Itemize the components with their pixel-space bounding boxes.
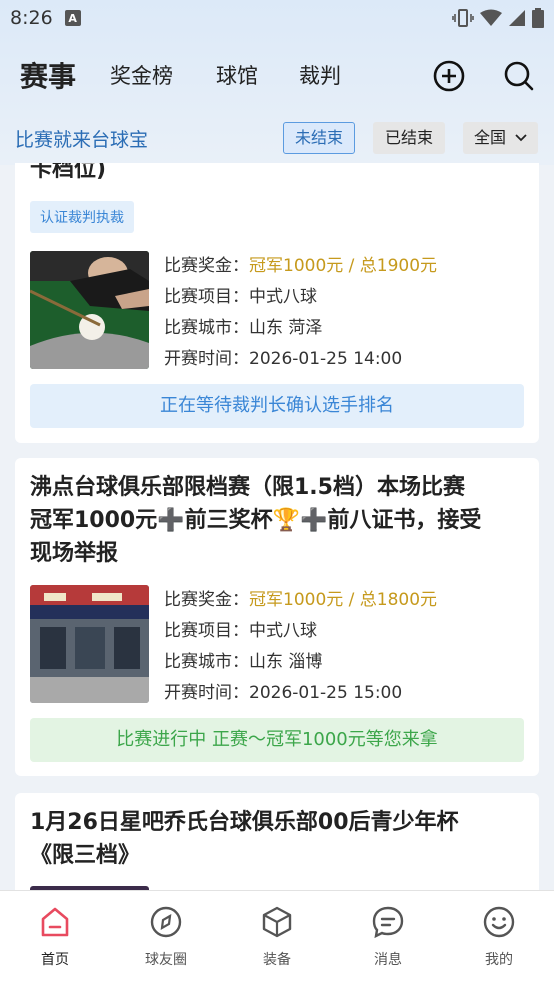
certified-referee-badge: 认证裁判执裁 (30, 201, 134, 233)
start-time-label: 开赛时间： (164, 683, 249, 703)
home-icon (41, 907, 69, 937)
tab-friends-circle[interactable]: 球友圈 (126, 905, 206, 969)
tab-events-label: 赛事 (20, 60, 77, 93)
event-card[interactable]: 沸点台球俱乐部限档赛（限1.5档）本场比赛 冠军1000元➕前三奖杯🏆➕前八证书… (15, 458, 539, 776)
event-info: 比赛奖金：冠军1000元 / 总1800元 比赛项目：中式八球 比赛城市：山东 … (30, 585, 524, 703)
event-details: 比赛奖金：冠军1000元 / 总1900元 比赛项目：中式八球 比赛城市：山东 … (164, 251, 437, 375)
event-thumbnail (30, 251, 149, 369)
smile-icon (483, 906, 515, 938)
tab-prize-ranking[interactable]: 奖金榜 (110, 60, 173, 90)
city-value: 山东 淄博 (249, 652, 323, 672)
tab-friends-circle-label: 球友圈 (145, 952, 187, 968)
compass-icon (150, 906, 182, 938)
search-icon[interactable] (502, 59, 536, 93)
event-card[interactable]: 1月26日星吧乔氏台球俱乐部00后青少年杯 《限三档》 (15, 793, 539, 890)
prize-label: 比赛奖金： (164, 590, 249, 610)
event-title: 1月26日星吧乔氏台球俱乐部00后青少年杯 《限三档》 (30, 810, 459, 868)
filter-unfinished-button[interactable]: 未结束 (283, 122, 356, 154)
city-label: 比赛城市： (164, 652, 249, 672)
tab-messages[interactable]: 消息 (348, 905, 428, 969)
tab-referees[interactable]: 裁判 (299, 60, 341, 90)
status-icons (452, 8, 544, 28)
event-details: 比赛奖金：冠军1000元 / 总1800元 比赛项目：中式八球 比赛城市：山东 … (164, 585, 437, 709)
tab-messages-label: 消息 (374, 952, 402, 968)
event-type-label: 比赛项目： (164, 287, 249, 307)
region-label: 全国 (474, 128, 507, 147)
tab-home[interactable]: 首页 (15, 905, 95, 969)
status-time: 8:26 (10, 7, 53, 29)
tab-home-label: 首页 (41, 952, 69, 968)
filter-finished-button[interactable]: 已结束 (373, 122, 446, 154)
tab-venues[interactable]: 球馆 (216, 60, 258, 90)
event-title: 沸点台球俱乐部限档赛（限1.5档）本场比赛 冠军1000元➕前三奖杯🏆➕前八证书… (30, 475, 482, 566)
prize-label: 比赛奖金： (164, 256, 249, 276)
prize-value: 冠军1000元 / 总1800元 (249, 590, 438, 610)
box-icon (262, 906, 292, 938)
event-status-banner[interactable]: 比赛进行中 正赛～冠军1000元等您来拿 (30, 718, 524, 762)
event-card[interactable]: 卡档位) 认证裁判执裁 比赛奖金：冠军1000元 / 总1900元 比赛项目：中… (15, 163, 539, 443)
event-type-value: 中式八球 (249, 621, 317, 641)
tab-profile-label: 我的 (485, 952, 513, 968)
vibrate-icon (452, 9, 474, 27)
bottom-tab-bar: 首页 球友圈 装备 消息 我的 (0, 890, 554, 984)
add-circle-icon[interactable] (432, 59, 466, 93)
event-type-label: 比赛项目： (164, 621, 249, 641)
event-thumbnail (30, 585, 149, 703)
event-status-banner[interactable]: 正在等待裁判长确认选手排名 (30, 384, 524, 428)
chevron-down-icon (515, 134, 527, 142)
start-time-value: 2026-01-25 14:00 (249, 349, 403, 369)
event-list[interactable]: 卡档位) 认证裁判执裁 比赛奖金：冠军1000元 / 总1900元 比赛项目：中… (0, 163, 554, 890)
status-bar: 8:26 A (0, 0, 554, 36)
filter-bar: 比赛就来台球宝 未结束 已结束 全国 (0, 118, 554, 160)
signal-icon (509, 10, 525, 26)
event-title: 卡档位) (30, 163, 107, 182)
wifi-icon (480, 9, 502, 26)
city-label: 比赛城市： (164, 318, 249, 338)
billiards-photo (30, 251, 149, 369)
chat-icon (372, 906, 404, 939)
prize-value: 冠军1000元 / 总1900元 (249, 256, 438, 276)
event-info: 比赛奖金：冠军1000元 / 总1900元 比赛项目：中式八球 比赛城市：山东 … (30, 251, 524, 369)
city-value: 山东 菏泽 (249, 318, 323, 338)
event-type-value: 中式八球 (249, 287, 317, 307)
slogan-text: 比赛就来台球宝 (15, 129, 149, 151)
notification-icon: A (64, 10, 81, 26)
start-time-value: 2026-01-25 15:00 (249, 683, 403, 703)
tab-events[interactable]: 赛事 (16, 55, 78, 95)
tab-profile[interactable]: 我的 (459, 905, 539, 969)
top-nav: 赛事 奖金榜 球馆 裁判 (0, 52, 554, 102)
tab-equipment-label: 装备 (263, 952, 291, 968)
start-time-label: 开赛时间： (164, 349, 249, 369)
tab-equipment[interactable]: 装备 (237, 905, 317, 969)
venue-storefront-photo (30, 585, 149, 703)
region-dropdown[interactable]: 全国 (463, 122, 539, 154)
battery-icon (532, 8, 544, 28)
